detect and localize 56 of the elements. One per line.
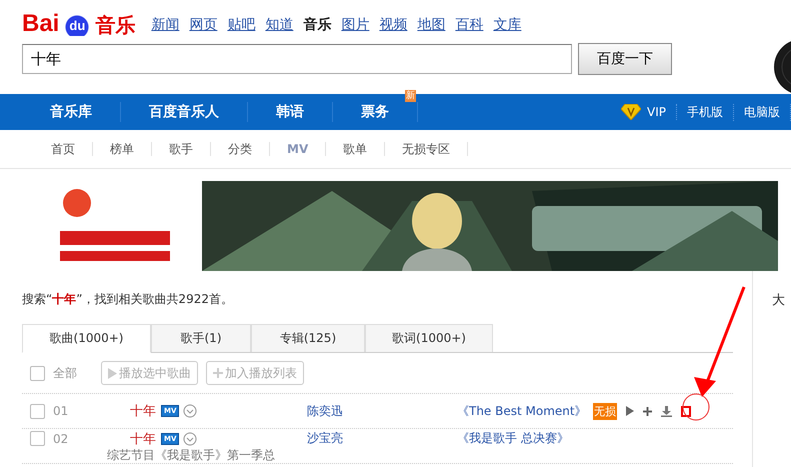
result-tab[interactable]: 歌曲(1000+) — [22, 324, 151, 353]
album-link[interactable]: 《我是歌手 总决赛》 — [457, 430, 593, 448]
main-nav-link[interactable]: 手机版 — [677, 104, 734, 120]
main-nav-item[interactable]: 韩语 — [248, 102, 333, 122]
song-title[interactable]: 十年 — [130, 430, 156, 448]
singer-link[interactable]: 陈奕迅 — [307, 402, 457, 420]
top-nav-link[interactable]: 知道 — [265, 16, 294, 34]
top-nav-link[interactable]: 贴吧 — [227, 16, 256, 34]
lossless-badge: 无损 — [593, 402, 617, 420]
search-button[interactable]: 百度一下 — [578, 43, 672, 75]
main-nav-link[interactable]: 电脑版 — [734, 104, 791, 120]
top-nav-link[interactable]: 网页 — [189, 16, 218, 34]
top-nav-link[interactable]: 新闻 — [151, 16, 180, 34]
new-badge: 新 — [405, 90, 416, 102]
select-all-label: 全部 — [53, 364, 78, 382]
album-link[interactable]: 《The Best Moment》 — [457, 402, 593, 420]
checkbox[interactable] — [30, 431, 45, 446]
checkbox[interactable] — [30, 366, 45, 380]
plus-icon — [213, 368, 223, 378]
checkbox[interactable] — [30, 404, 45, 418]
sub-nav-item[interactable]: 无损专区 — [385, 142, 468, 156]
search-summary: 搜索“十年”，找到相关歌曲共2922首。 — [22, 291, 234, 308]
play-icon[interactable] — [626, 406, 634, 416]
download-icon[interactable] — [661, 406, 672, 416]
track-number: 02 — [52, 432, 70, 446]
sub-nav-item[interactable]: 榜单 — [93, 142, 152, 156]
singer-link[interactable]: 沙宝亮 — [307, 430, 457, 448]
main-nav-item[interactable]: 音乐库 — [22, 102, 121, 122]
result-tab[interactable]: 歌词(1000+) — [365, 324, 493, 352]
dropdown-icon[interactable] — [183, 404, 198, 418]
result-tab[interactable]: 专辑(125) — [251, 324, 365, 352]
square-icon[interactable] — [681, 406, 691, 416]
main-nav-link[interactable]: VIP — [611, 104, 677, 120]
track-number: 01 — [52, 404, 70, 418]
main-nav-item[interactable]: 百度音乐人 — [121, 102, 248, 122]
plus-icon[interactable] — [643, 406, 652, 416]
song-note: 综艺节目《我是歌手》第一季总 — [106, 449, 276, 462]
diamond-icon — [621, 104, 642, 120]
top-nav-link[interactable]: 地图 — [417, 16, 446, 34]
top-nav-link[interactable]: 百科 — [455, 16, 484, 34]
baidu-music-logo[interactable]: Bai du 音乐 — [22, 6, 136, 36]
song-title[interactable]: 十年 — [130, 402, 156, 420]
result-tab[interactable]: 歌手(1) — [151, 324, 251, 352]
play-icon — [108, 368, 117, 378]
dropdown-icon[interactable] — [183, 432, 198, 446]
sub-nav-item[interactable]: 歌单 — [326, 142, 386, 156]
top-nav-link[interactable]: 文库 — [493, 16, 522, 34]
sub-nav-item[interactable]: 首页 — [34, 142, 93, 156]
sub-nav-item[interactable]: 分类 — [211, 142, 270, 156]
search-field[interactable]: 十年 — [22, 44, 572, 74]
top-nav-link[interactable]: 图片 — [341, 16, 370, 34]
sidebar-heading: 大 — [772, 293, 785, 308]
top-nav-link[interactable]: 音乐 — [303, 16, 332, 34]
top-nav-link[interactable]: 视频 — [379, 16, 408, 34]
annotation-circle — [682, 394, 710, 420]
sub-nav-item[interactable]: 歌手 — [152, 142, 211, 156]
